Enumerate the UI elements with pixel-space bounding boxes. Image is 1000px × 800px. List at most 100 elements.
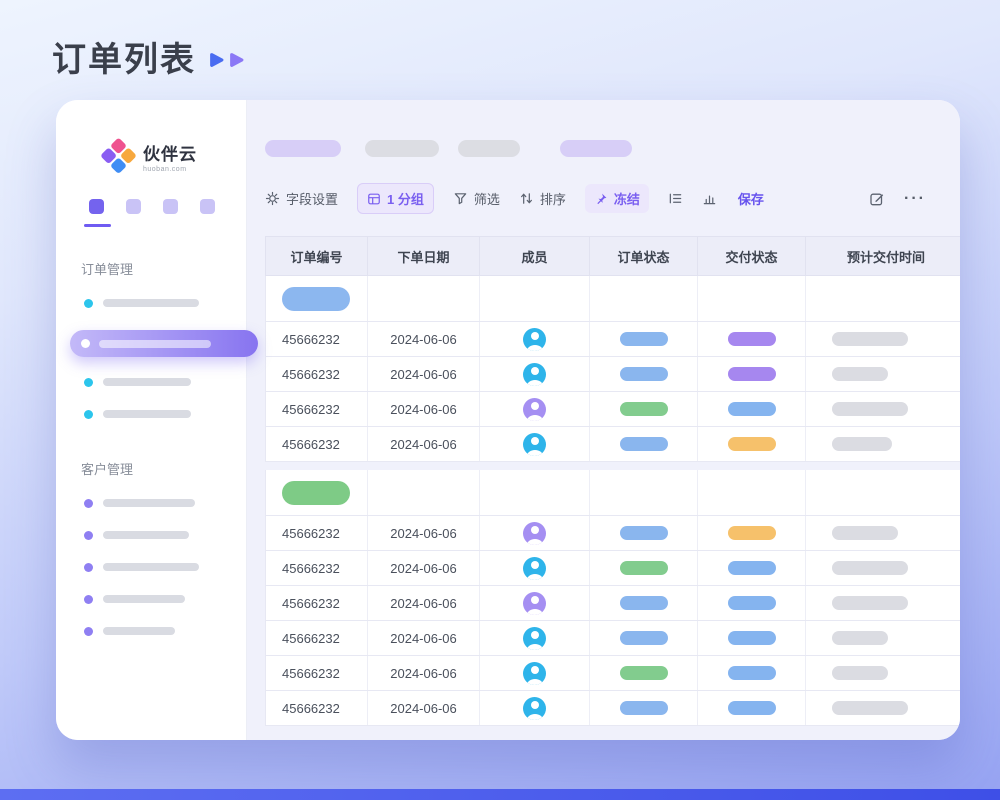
column-header[interactable]: 交付状态 (698, 237, 806, 275)
item-dot (84, 499, 93, 508)
table-row[interactable]: 45666232 2024-06-06 (265, 656, 960, 691)
order-no-cell: 45666232 (266, 551, 368, 585)
row-height-button[interactable] (668, 191, 683, 206)
table-row[interactable]: 45666232 2024-06-06 (265, 621, 960, 656)
more-button[interactable]: ··· (904, 190, 926, 208)
member-cell (480, 357, 590, 391)
sidebar-item[interactable] (56, 298, 246, 308)
workspace-tab[interactable] (126, 199, 141, 214)
member-cell (480, 427, 590, 461)
sidebar-item[interactable] (56, 594, 246, 604)
column-header[interactable]: 成员 (480, 237, 590, 275)
order-status-cell (590, 586, 698, 620)
edit-button[interactable] (869, 191, 885, 207)
chart-button[interactable] (702, 191, 717, 206)
save-button[interactable]: 保存 (738, 189, 764, 208)
order-date-cell: 2024-06-06 (368, 516, 480, 550)
order-date-cell: 2024-06-06 (368, 586, 480, 620)
selected-item-dot (81, 339, 90, 348)
freeze-label: 冻结 (614, 189, 640, 208)
group-header-row[interactable] (265, 470, 960, 516)
workspace-tab-active[interactable] (89, 199, 104, 214)
member-avatar-icon (523, 522, 546, 545)
eta-cell (806, 392, 960, 426)
eta-pill (832, 526, 898, 540)
column-header[interactable]: 订单状态 (590, 237, 698, 275)
item-placeholder-bar (103, 627, 175, 635)
main-content: 字段设置 1 分组 筛选 (247, 100, 960, 740)
table-row[interactable]: 45666232 2024-06-06 (265, 322, 960, 357)
order-date-cell: 2024-06-06 (368, 621, 480, 655)
group-gap (265, 462, 960, 470)
page-title: 订单列表 (52, 32, 196, 81)
order-status-cell (590, 516, 698, 550)
order-status-pill (620, 561, 668, 575)
toolbar: 字段设置 1 分组 筛选 (265, 185, 960, 212)
member-avatar-icon (523, 328, 546, 351)
eta-pill (832, 561, 908, 575)
sidebar-item[interactable] (56, 498, 246, 508)
member-avatar-icon (523, 557, 546, 580)
logo-text: 伙伴云 huoban.com (143, 140, 197, 173)
eta-pill (832, 402, 908, 416)
freeze-button[interactable]: 冻结 (585, 184, 649, 213)
table-row[interactable]: 45666232 2024-06-06 (265, 551, 960, 586)
eta-cell (806, 656, 960, 690)
delivery-status-pill (728, 526, 776, 540)
item-dot (84, 595, 93, 604)
page-background: 订单列表 伙伴云 huoban.com 订单管理客户管理 (0, 0, 1000, 800)
field-settings-button[interactable]: 字段设置 (265, 189, 338, 208)
sidebar-item[interactable] (56, 530, 246, 540)
active-tab-underline (84, 224, 111, 227)
sidebar-item[interactable] (56, 562, 246, 572)
delivery-status-pill (728, 596, 776, 610)
workspace-tab[interactable] (163, 199, 178, 214)
sidebar-item[interactable] (56, 377, 246, 387)
group-header-row[interactable] (265, 276, 960, 322)
sort-icon (519, 191, 534, 206)
table-row[interactable]: 45666232 2024-06-06 (265, 392, 960, 427)
order-no-cell: 45666232 (266, 516, 368, 550)
filter-button[interactable]: 筛选 (453, 189, 500, 208)
order-no-cell: 45666232 (266, 586, 368, 620)
column-header[interactable]: 订单编号 (266, 237, 368, 275)
breadcrumb-placeholders (265, 140, 960, 157)
table-row[interactable]: 45666232 2024-06-06 (265, 516, 960, 551)
column-header[interactable]: 预计交付时间 (806, 237, 960, 275)
order-no-cell: 45666232 (266, 691, 368, 725)
order-status-pill (620, 701, 668, 715)
breadcrumb-pill (265, 140, 341, 157)
eta-pill (832, 437, 892, 451)
selected-item-placeholder-bar (99, 340, 211, 348)
chart-icon (702, 191, 717, 206)
sidebar-item-selected[interactable] (70, 330, 258, 357)
item-placeholder-bar (103, 378, 191, 386)
eta-cell (806, 322, 960, 356)
group-label: 1 分组 (387, 189, 424, 208)
item-dot (84, 378, 93, 387)
member-cell (480, 516, 590, 550)
eta-cell (806, 427, 960, 461)
sidebar-item[interactable] (56, 626, 246, 636)
delivery-status-cell (698, 357, 806, 391)
play-icon-blue (208, 51, 225, 69)
table-row[interactable]: 45666232 2024-06-06 (265, 357, 960, 392)
table-row[interactable]: 45666232 2024-06-06 (265, 586, 960, 621)
column-header[interactable]: 下单日期 (368, 237, 480, 275)
table-row[interactable]: 45666232 2024-06-06 (265, 427, 960, 462)
workspace-tab[interactable] (200, 199, 215, 214)
logo-icon (99, 137, 137, 175)
sidebar-item[interactable] (56, 409, 246, 419)
eta-cell (806, 357, 960, 391)
delivery-status-pill (728, 367, 776, 381)
group-title-cell (266, 276, 368, 321)
group-empty-cell (590, 470, 698, 515)
table-header: 订单编号下单日期成员订单状态交付状态预计交付时间 (265, 236, 960, 276)
table-row[interactable]: 45666232 2024-06-06 (265, 691, 960, 726)
title-play-icons (208, 51, 245, 69)
item-placeholder-bar (103, 299, 199, 307)
group-button[interactable]: 1 分组 (357, 183, 434, 214)
sort-button[interactable]: 排序 (519, 189, 566, 208)
delivery-status-pill (728, 631, 776, 645)
order-date-cell: 2024-06-06 (368, 392, 480, 426)
